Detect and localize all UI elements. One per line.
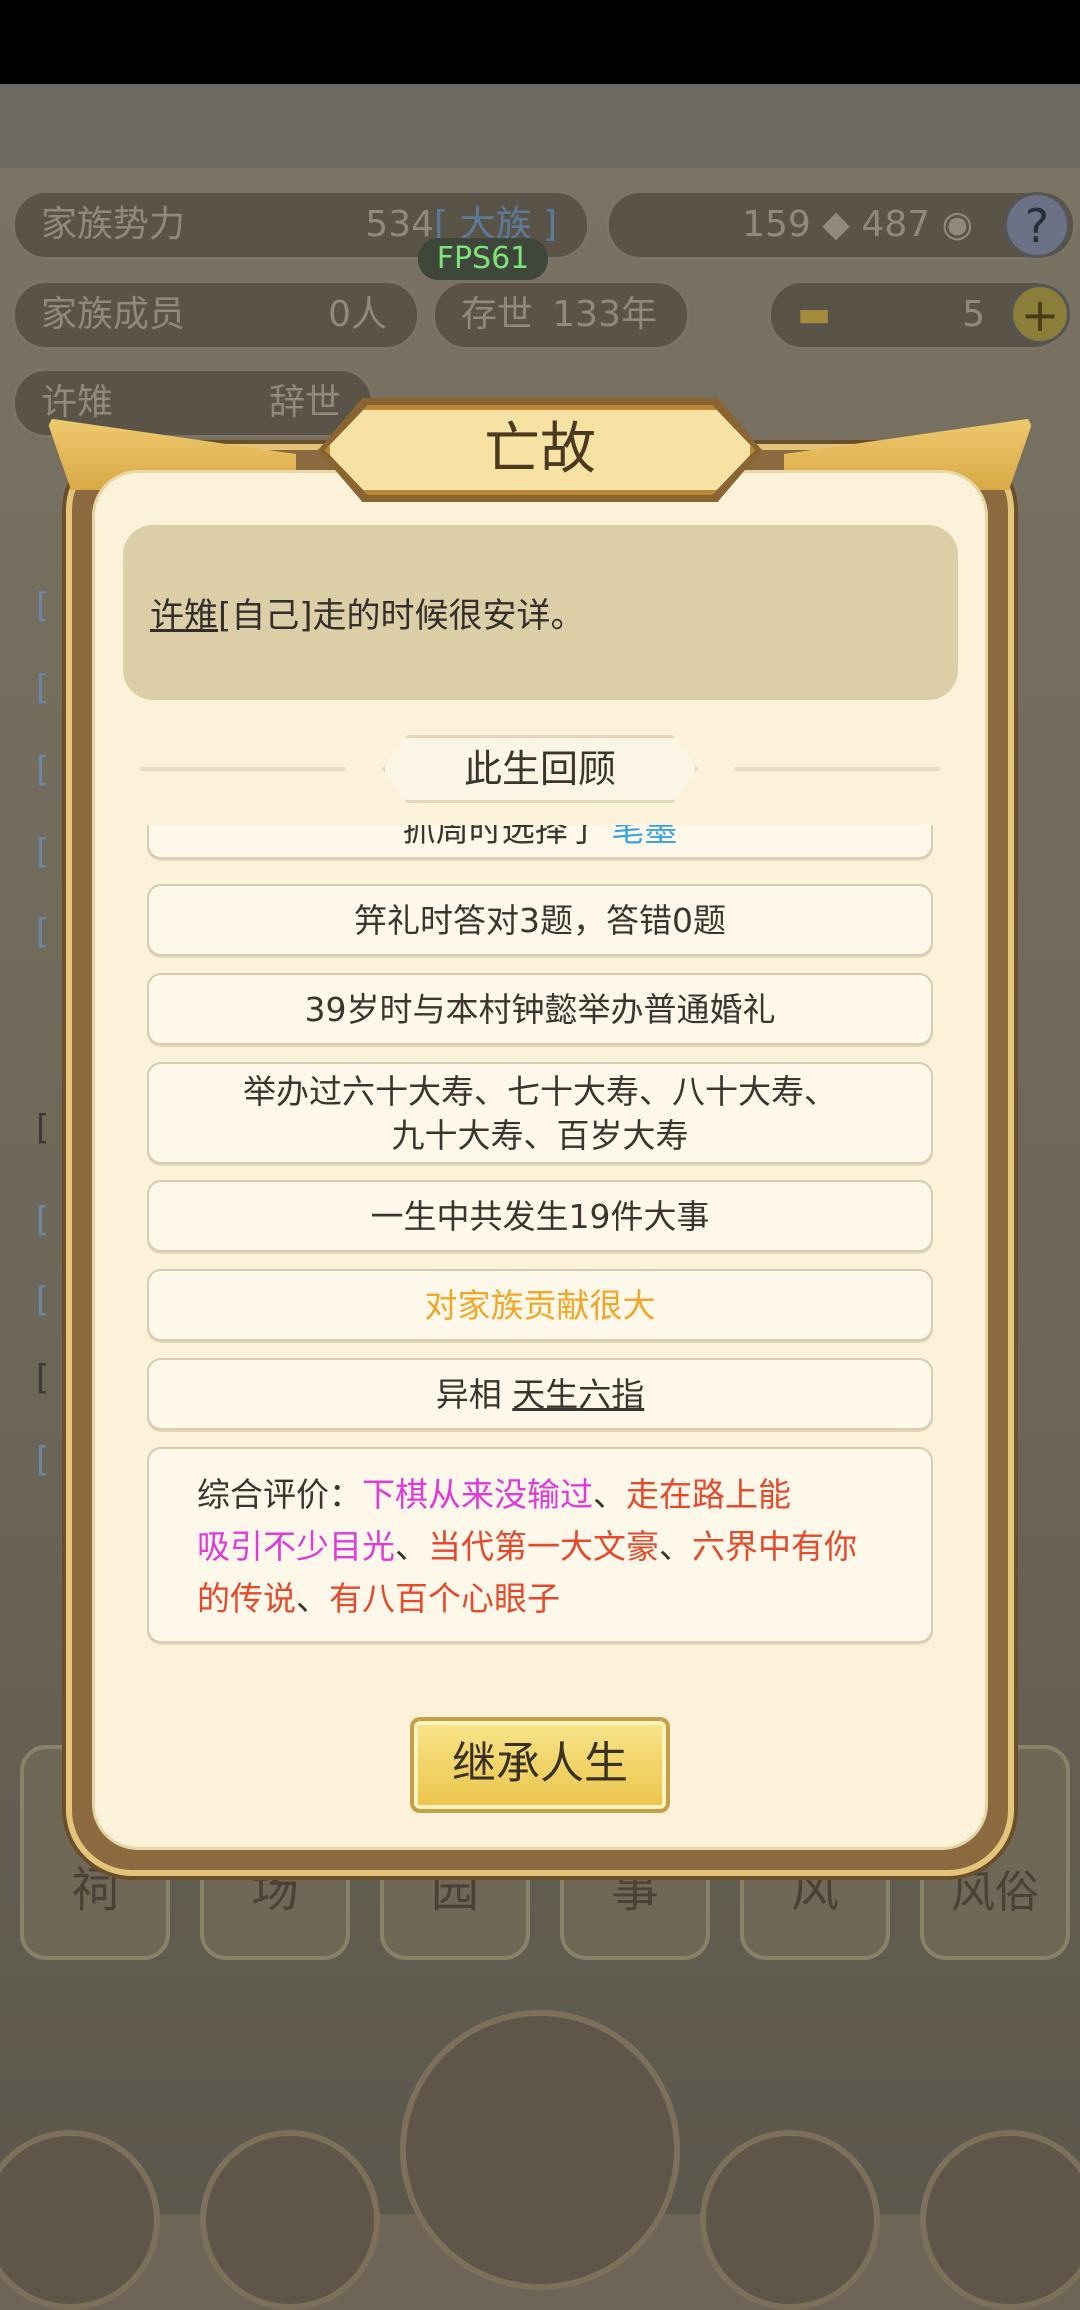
bg-log-marker: [ [36,1108,50,1148]
bg-log-marker: [ [36,1200,50,1240]
family-members-value: 0人 [328,294,387,335]
list-item: 举办过六十大寿、七十大寿、八十大寿、 九十大寿、百岁大寿 [147,1062,933,1164]
review-divider-left [140,767,345,771]
bottom-house-button[interactable] [200,2130,380,2310]
list-item: 39岁时与本村钟懿举办普通婚礼 [147,973,933,1045]
gold-value: 5 [962,294,985,335]
family-members-label: 家族成员 [41,294,186,335]
deceased-name-link[interactable]: 许雉 [150,596,218,636]
gold-ingot-icon: ▬ [797,294,832,335]
list-item: 抓周时选择了 笔墨 [147,825,933,859]
bg-log-marker: [ [36,1358,50,1398]
bg-log-marker: [ [36,1280,50,1320]
list-item: 一生中共发生19件大事 [147,1180,933,1252]
bg-log-marker: [ [36,912,50,952]
help-icon[interactable]: ? [1004,192,1070,258]
review-divider-right [735,767,940,771]
trait-link[interactable]: 天生六指 [512,1375,644,1414]
bg-log-marker: [ [36,668,50,708]
bg-log-marker: [ [36,1440,50,1480]
dialog-title: 亡故 [325,405,755,495]
family-power-label: 家族势力 [41,204,186,245]
fps-counter: FPS61 [418,238,548,280]
main-mountain-button[interactable] [400,2010,680,2290]
bg-log-marker: [ [36,750,50,790]
family-contribution-item: 对家族贡献很大 [147,1269,933,1341]
bg-log-marker: [ [36,832,50,872]
life-review-heading: 此生回顾 [382,735,698,803]
add-gold-icon[interactable]: + [1010,284,1070,344]
list-item: 笄礼时答对3题，答错0题 [147,884,933,956]
family-members-panel[interactable]: 家族成员 0人 [12,280,420,350]
bottom-right-button[interactable] [920,2130,1080,2310]
top-band [0,84,1080,168]
death-message: 许雉[自己]走的时候很安详。 [150,596,585,636]
overall-evaluation: 综合评价：下棋从来没输过、走在路上能 吸引不少目光、当代第一大文豪、六界中有你的传… [147,1447,933,1643]
bg-log-marker: [ [36,586,50,626]
inherit-life-button[interactable]: 继承人生 [410,1717,670,1813]
lifespan-panel: 存世 133年 [432,280,690,350]
bottom-fruit-button[interactable] [700,2130,880,2310]
status-bar [0,0,1080,84]
resource-values: 159 ◆ 487 ◉ [742,204,973,245]
trait-item: 异相 天生六指 [147,1358,933,1430]
life-review-list[interactable]: 抓周时选择了 笔墨 笄礼时答对3题，答错0题 39岁时与本村钟懿举办普通婚礼 举… [92,825,988,1655]
